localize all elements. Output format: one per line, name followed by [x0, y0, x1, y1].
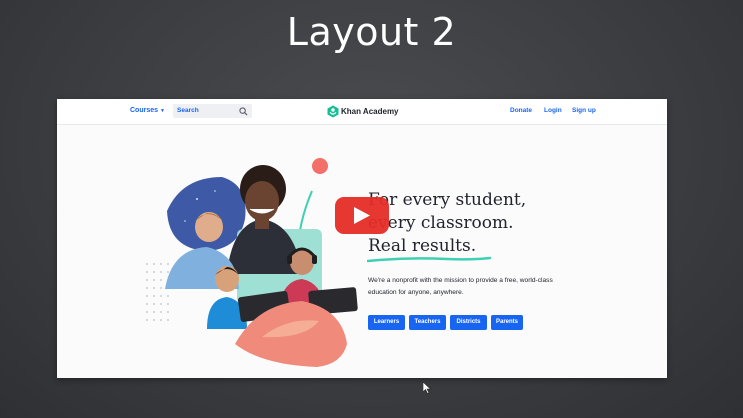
hero-description: We're a nonprofit with the mission to pr…	[368, 275, 598, 298]
headline-line: Real results.	[368, 236, 477, 256]
teachers-button[interactable]: Teachers	[409, 315, 446, 330]
headline-line: every classroom.	[368, 213, 514, 233]
description-line: We're a nonprofit with the mission to pr…	[368, 277, 553, 284]
star-dot	[196, 198, 198, 200]
star-dot	[184, 220, 186, 222]
districts-button[interactable]: Districts	[450, 315, 487, 330]
hero-headline: For every student, every classroom. Real…	[368, 189, 568, 258]
slide-title: Layout 2	[286, 10, 457, 54]
learners-button[interactable]: Learners	[368, 315, 405, 330]
parents-button[interactable]: Parents	[491, 315, 523, 330]
headline-line: For every student,	[368, 190, 527, 210]
hero-illustration	[146, 158, 358, 367]
website-screenshot: Courses ▼ Search Khan Academy Donate Logi…	[57, 99, 667, 378]
headline-underline	[367, 256, 492, 263]
play-icon	[354, 207, 370, 224]
star-dot	[214, 190, 216, 192]
video-play-button[interactable]	[335, 197, 389, 234]
mouse-cursor-icon	[423, 382, 431, 394]
red-circle-shape	[312, 158, 328, 174]
dot-grid	[146, 263, 169, 321]
description-line: education for anyone, anywhere.	[368, 288, 464, 296]
